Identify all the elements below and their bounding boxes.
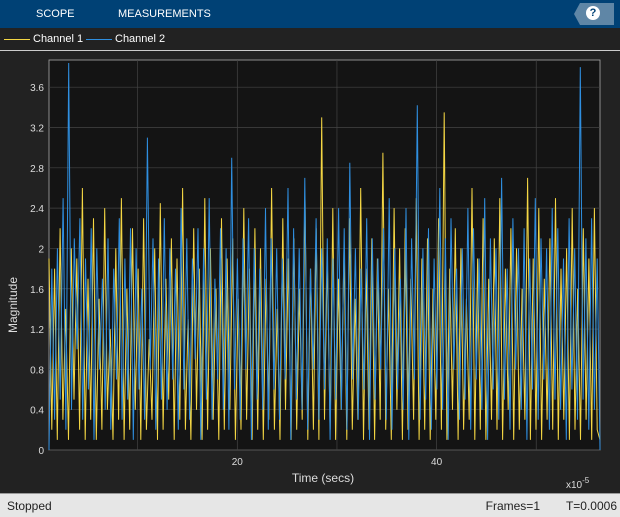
status-bar: Stopped Frames=1 T=0.0006 — [0, 493, 620, 517]
y-tick-label: 2.4 — [30, 204, 44, 215]
tab-scope[interactable]: SCOPE — [36, 8, 75, 20]
legend-item-channel-2[interactable]: Channel 2 — [86, 33, 165, 45]
tab-measurements[interactable]: MEASUREMENTS — [118, 8, 211, 20]
y-tick-label: 1.2 — [30, 325, 44, 336]
y-tick-label: 1.6 — [30, 285, 44, 296]
x-tick-label: 20 — [232, 457, 244, 468]
y-tick-label: 2.8 — [30, 164, 44, 175]
y-tick-label: 3.6 — [30, 83, 44, 94]
status-frames: Frames=1 — [485, 499, 540, 513]
status-state: Stopped — [7, 499, 52, 513]
help-icon: ? — [586, 6, 600, 20]
legend-label: Channel 1 — [33, 33, 84, 45]
y-tick-label: 0.8 — [30, 365, 44, 376]
help-button[interactable]: ? — [574, 3, 614, 25]
y-tick-label: 2 — [38, 244, 44, 255]
legend-item-channel-1[interactable]: Channel 1 — [4, 33, 83, 45]
y-tick-label: 0.4 — [30, 406, 44, 417]
x-axis-label: Time (secs) — [292, 471, 354, 485]
x-exponent: x10-5 — [566, 476, 590, 491]
x-exponent-base: x10 — [566, 480, 583, 491]
legend: Channel 1 Channel 2 — [0, 28, 620, 51]
x-exponent-power: -5 — [582, 476, 590, 485]
legend-line-yellow-icon — [4, 38, 30, 40]
legend-label: Channel 2 — [115, 33, 166, 45]
y-tick-label: 0 — [38, 446, 44, 457]
legend-line-blue-icon — [86, 38, 112, 40]
x-tick-label: 40 — [431, 457, 443, 468]
y-axis-label: Magnitude — [6, 277, 20, 333]
y-tick-label: 3.2 — [30, 124, 44, 135]
plot-area[interactable]: 0 0.4 0.8 1.2 1.6 2 2.4 2.8 3.2 3.6 20 40 Time (sec… — [0, 51, 620, 493]
status-time: T=0.0006 — [565, 499, 617, 513]
toolstrip: SCOPE MEASUREMENTS ? — [0, 0, 620, 28]
